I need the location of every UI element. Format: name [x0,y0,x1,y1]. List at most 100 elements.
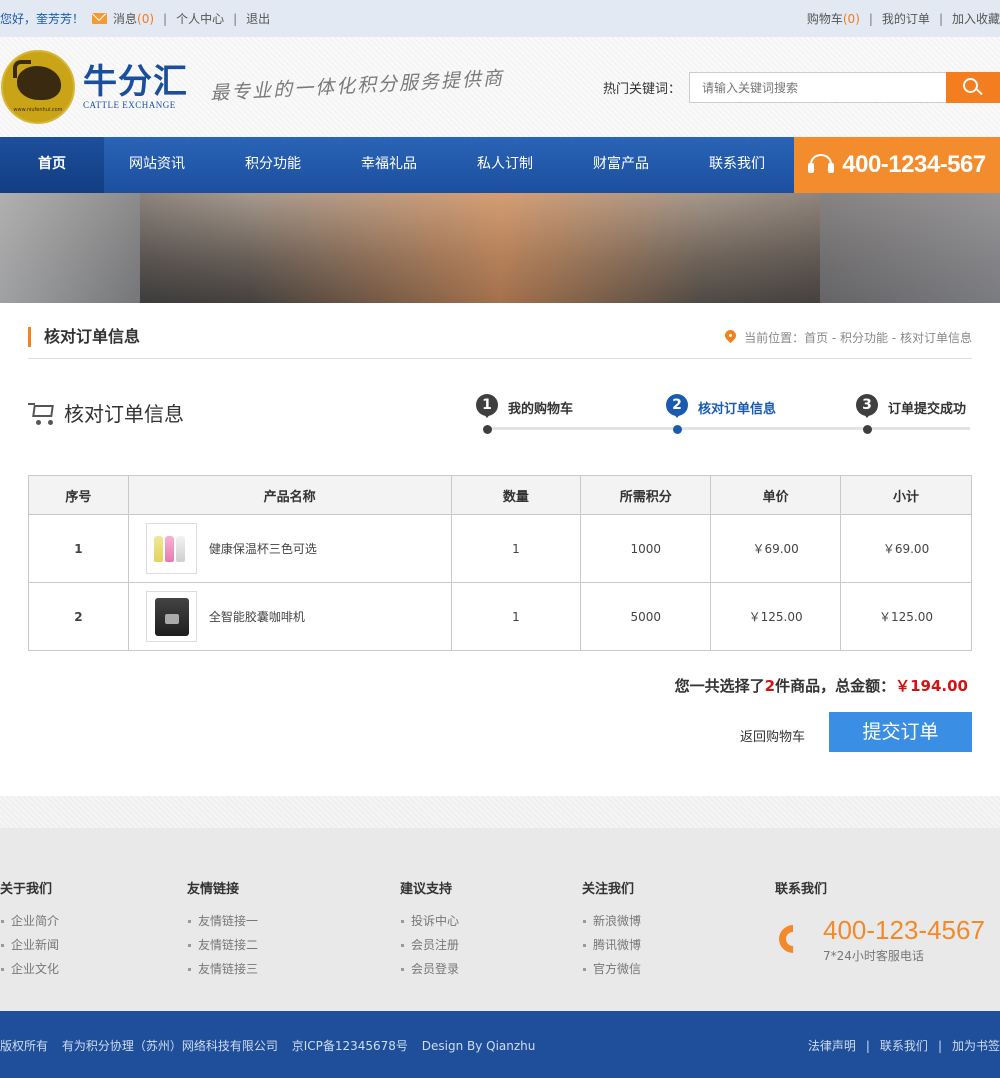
row-price: ￥125.00 [710,582,842,651]
footer-link[interactable]: 企业文化 [0,957,59,981]
footer-col-title: 友情链接 [187,882,240,897]
my-orders-link[interactable]: 我的订单 [882,10,930,27]
col-price: 单价 [710,475,842,515]
footer-link[interactable]: 官方微信 [582,957,641,981]
summary-amount: ￥194.00 [895,677,968,695]
nav-home[interactable]: 首页 [0,137,104,193]
table-row: 2 全智能胶囊咖啡机 1 5000 ￥125.00 ￥125.00 [28,582,972,651]
logo-badge-text: www.niufenhui.com [13,107,63,113]
bookmark-link[interactable]: 加为书签 [952,1039,1000,1053]
add-favorite-link[interactable]: 加入收藏 [952,10,1000,27]
breadcrumb: 当前位置： 首页 - 积分功能 - 核对订单信息 [722,327,972,346]
back-to-cart-link[interactable]: 返回购物车 [740,726,805,745]
footer-link[interactable]: 友情链接一 [187,909,258,933]
footer-link[interactable]: 投诉中心 [400,909,459,933]
breadcrumb-path[interactable]: 首页 - 积分功能 - 核对订单信息 [804,329,972,346]
table-row: 1 健康保温杯三色可选 1 1000 ￥69.00 ￥69.00 [28,514,972,583]
copyright-icp: 京ICP备12345678号 [291,1038,408,1053]
greeting: 您好，奎芳芳！ [0,12,85,26]
footer-contact: 联系我们 400-123-4567 7*24小时客服电话 [773,878,985,964]
step-label: 我的购物车 [508,402,574,417]
footer-link[interactable]: 友情链接二 [187,933,258,957]
step-success: 3 订单提交成功 [856,394,966,434]
product-thumbnail[interactable] [145,523,197,574]
summary-mid: 件商品，总金额： [775,677,896,695]
mail-icon [92,13,108,24]
footer-col-title: 联系我们 [775,882,828,897]
product-name[interactable]: 健康保温杯三色可选 [209,540,317,557]
messages-count: (0) [137,12,155,26]
cart-count: (0) [842,12,860,26]
footer-link[interactable]: 友情链接三 [187,957,258,981]
footer-col-title: 建议支持 [400,882,453,897]
product-name[interactable]: 全智能胶囊咖啡机 [209,608,305,625]
search-label: 热门关键词： [602,82,681,97]
nav-contact[interactable]: 联系我们 [674,137,800,193]
contact-link[interactable]: 联系我们 [880,1039,928,1053]
submit-order-button[interactable]: 提交订单 [829,712,972,752]
logo-cn: 牛分汇 [83,62,188,102]
main-nav: 首页 网站资讯 积分功能 幸福礼品 私人订制 财富产品 联系我们 400-123… [0,137,1000,193]
footer-divider [0,796,1000,828]
cart-link[interactable]: 购物车(0) [807,10,860,27]
copyright-design: Design By Qianzhu [421,1038,536,1053]
logout-link[interactable]: 退出 [246,10,270,27]
col-subtotal: 小计 [840,475,972,515]
search-button[interactable] [946,72,1000,103]
step-label: 订单提交成功 [888,402,967,417]
messages-link[interactable]: 消息(0) [113,10,154,27]
logo-text[interactable]: 牛分汇 CATTLE EXCHANGE [83,64,188,110]
nav-points[interactable]: 积分功能 [210,137,336,193]
breadcrumb-prefix: 当前位置： [744,331,805,345]
summary-pre: 您一共选择了 [674,677,765,695]
footer-link[interactable]: 企业简介 [0,909,59,933]
row-index: 1 [28,514,129,583]
footer-col-follow: 关注我们 新浪微博 腾讯微博 官方微信 [582,878,641,981]
separator: | [865,1038,870,1053]
nav-gifts[interactable]: 幸福礼品 [336,137,442,193]
footer-link[interactable]: 会员登录 [400,957,459,981]
order-summary: 您一共选择了2件商品，总金额：￥194.00 [675,675,968,696]
legal-link[interactable]: 法律声明 [808,1039,856,1053]
step-cart: 1 我的购物车 [476,394,573,434]
row-points: 1000 [580,514,712,583]
footer-col-title: 关注我们 [582,882,635,897]
step-number: 2 [666,394,688,418]
row-subtotal: ￥125.00 [840,582,972,651]
logo-emblem[interactable]: www.niufenhui.com [1,50,75,124]
step-number: 3 [856,394,878,418]
cart-icon [28,401,56,425]
search-box: 热门关键词： [603,72,1000,103]
product-thumbnail[interactable] [145,591,197,642]
search-icon [963,78,978,93]
nav-custom[interactable]: 私人订制 [442,137,568,193]
order-heading: 核对订单信息 [28,398,184,427]
row-qty: 1 [450,582,582,651]
separator: | [163,11,168,26]
footer-col-links: 友情链接 友情链接一 友情链接二 友情链接三 [187,878,258,981]
col-index: 序号 [28,475,129,515]
footer-link[interactable]: 腾讯微博 [582,933,641,957]
nav-news[interactable]: 网站资讯 [104,137,210,193]
order-table: 序号 产品名称 数量 所需积分 单价 小计 1 健康保温杯三色可选 1 1000… [28,475,972,651]
messages-label: 消息 [113,12,138,26]
top-bar: 您好，奎芳芳！ 消息(0) | 个人中心 | 退出 购物车(0) | 我的订单 … [0,0,1000,37]
search-input[interactable] [689,72,946,103]
step-number: 1 [476,394,498,418]
footer-link[interactable]: 新浪微博 [582,909,641,933]
nav-wealth[interactable]: 财富产品 [568,137,674,193]
footer-link[interactable]: 会员注册 [400,933,459,957]
hotline-number: 400-1234-567 [842,151,986,178]
order-heading-text: 核对订单信息 [64,402,184,426]
table-header-row: 序号 产品名称 数量 所需积分 单价 小计 [28,475,972,515]
user-center-link[interactable]: 个人中心 [176,10,224,27]
slogan: 最专业的一体化积分服务提供商 [209,66,505,105]
banner-image [0,193,1000,303]
logo-en: CATTLE EXCHANGE [83,100,176,110]
footer-col-about: 关于我们 企业简介 企业新闻 企业文化 [0,878,59,981]
footer-link[interactable]: 企业新闻 [0,933,59,957]
row-qty: 1 [450,514,582,583]
copyright-bar: 版权所有 有为积分协理（苏州）网络科技有限公司 京ICP备12345678号 D… [0,1011,1000,1078]
footer: 关于我们 企业简介 企业新闻 企业文化 友情链接 友情链接一 友情链接二 友情链… [0,828,1000,1011]
separator: | [233,11,238,26]
